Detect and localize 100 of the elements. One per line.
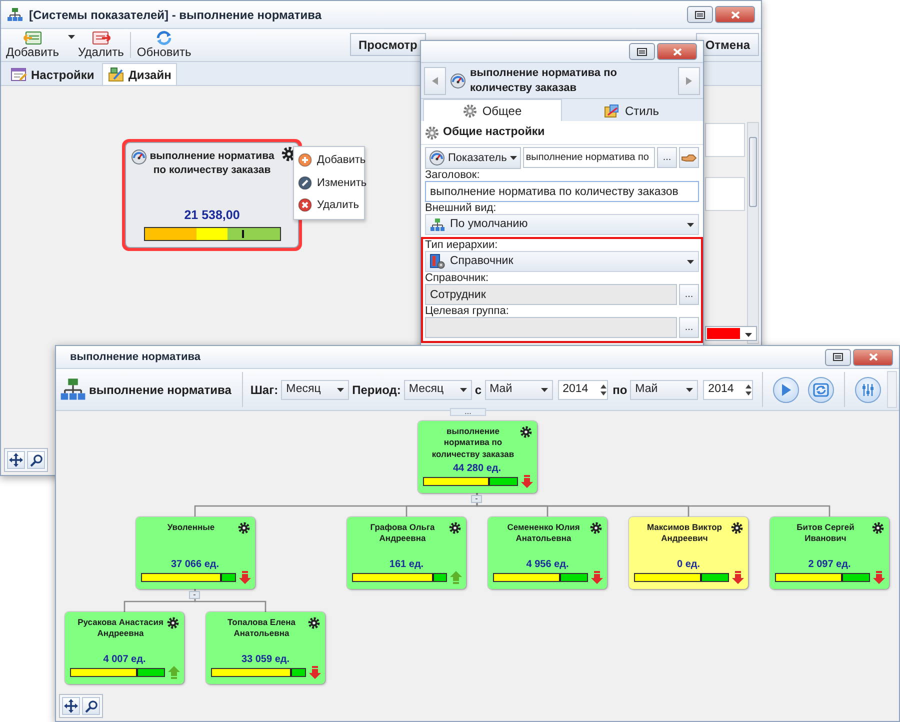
close-icon bbox=[868, 353, 878, 361]
dropdown[interactable]: Справочник bbox=[425, 251, 699, 272]
toolbar-button[interactable]: Обновить bbox=[134, 29, 194, 61]
browse-button[interactable]: ... bbox=[679, 317, 699, 338]
move-icon bbox=[9, 453, 23, 467]
caret-icon bbox=[337, 388, 344, 392]
source-field[interactable]: выполнение норматива по bbox=[522, 147, 655, 168]
node-value: 37 066 ед. bbox=[170, 558, 220, 572]
collapse-button[interactable]: - bbox=[189, 590, 200, 598]
menu-item[interactable]: Добавить bbox=[294, 149, 364, 172]
dropdown[interactable]: По умолчанию bbox=[425, 214, 699, 236]
caret-icon bbox=[460, 388, 467, 392]
report-title: выполнение норматива bbox=[89, 382, 232, 398]
caret-icon bbox=[687, 222, 694, 227]
window-title: выполнение норматива bbox=[70, 350, 201, 365]
text-area bbox=[705, 123, 745, 157]
restore-button[interactable] bbox=[687, 6, 713, 23]
node-title: Уволенные bbox=[166, 522, 216, 533]
year-spinner[interactable]: 2014 bbox=[558, 380, 608, 400]
input-field[interactable] bbox=[425, 317, 677, 338]
browse-button[interactable]: ... bbox=[657, 147, 677, 168]
close-button[interactable] bbox=[657, 43, 697, 60]
dropdown[interactable]: Май bbox=[484, 380, 553, 400]
section-heading: Общие настройки bbox=[443, 125, 545, 140]
field-label: Справочник: bbox=[425, 272, 490, 284]
restore-icon bbox=[833, 353, 843, 361]
gear-icon bbox=[463, 104, 478, 118]
restore-button[interactable] bbox=[825, 348, 851, 366]
toolbar-button[interactable]: Добавить bbox=[3, 29, 62, 61]
tab[interactable]: Общее bbox=[423, 99, 562, 121]
link-button[interactable] bbox=[679, 147, 699, 168]
node-title: выполнение норматива по количеству заказав bbox=[430, 426, 516, 460]
play-icon bbox=[780, 382, 792, 396]
color-picker[interactable] bbox=[705, 326, 757, 341]
previous-button[interactable] bbox=[424, 66, 446, 94]
node-value: 161 ед. bbox=[388, 558, 425, 572]
toolbar-button[interactable]: Удалить bbox=[75, 29, 127, 61]
node-value: 0 ед. bbox=[676, 558, 702, 572]
refresh-icon bbox=[813, 382, 830, 396]
pencil-icon bbox=[298, 176, 312, 190]
play-button[interactable] bbox=[773, 376, 800, 402]
restore-button[interactable] bbox=[629, 43, 655, 60]
tab[interactable]: Дизайн bbox=[102, 63, 178, 85]
pan-button[interactable] bbox=[62, 697, 80, 715]
spinner-arrows-icon bbox=[600, 382, 607, 396]
caret-icon bbox=[687, 260, 694, 264]
plus-icon bbox=[298, 153, 312, 168]
caret-icon bbox=[686, 388, 694, 392]
node-title: Русакова Анастасия Андреевна bbox=[76, 617, 164, 640]
refresh-button[interactable] bbox=[808, 376, 834, 402]
action-button[interactable]: Отмена bbox=[696, 33, 759, 56]
gear-icon bbox=[308, 617, 320, 629]
source-type-dropdown[interactable]: Показатель bbox=[425, 147, 521, 170]
input-field[interactable]: выполнение норматива по количеству заказов bbox=[425, 181, 699, 202]
zoom-button[interactable] bbox=[27, 451, 45, 469]
tab[interactable]: Настройки bbox=[5, 63, 100, 85]
filter-label: с bbox=[474, 382, 482, 398]
field-label: Заголовок: bbox=[425, 169, 481, 182]
close-icon bbox=[730, 10, 740, 18]
dropdown[interactable]: Месяц bbox=[281, 380, 350, 400]
menu-item[interactable]: Удалить bbox=[294, 194, 364, 216]
dropdown[interactable]: Май bbox=[630, 380, 698, 400]
delete-icon bbox=[298, 198, 312, 212]
node-title: Семененко Юлия Анатольевна bbox=[506, 522, 581, 544]
pan-button[interactable] bbox=[7, 451, 25, 469]
close-button[interactable] bbox=[715, 6, 755, 23]
menu-item[interactable]: Изменить bbox=[294, 172, 364, 194]
field-label: Внешний вид: bbox=[425, 202, 498, 214]
settings-button[interactable] bbox=[855, 376, 882, 402]
node-title: Топалова Елена Анатольевна bbox=[226, 617, 296, 640]
node-value: 44 280 ед. bbox=[452, 462, 502, 476]
restore-icon bbox=[637, 48, 647, 56]
node-title: Максимов Виктор Андреевич bbox=[646, 522, 723, 544]
sliders-icon bbox=[861, 382, 876, 396]
hierarchy-icon bbox=[7, 6, 23, 22]
close-button[interactable] bbox=[853, 348, 893, 366]
dropdown[interactable]: Месяц bbox=[404, 380, 472, 400]
gauge-icon bbox=[429, 150, 445, 166]
filter-label: Период: bbox=[352, 382, 401, 398]
gear-icon bbox=[520, 426, 532, 438]
year-spinner[interactable]: 2014 bbox=[703, 380, 754, 400]
node-value: 4 956 ед. bbox=[525, 558, 570, 572]
collapse-button[interactable]: - bbox=[471, 495, 482, 503]
gear-icon bbox=[449, 522, 461, 534]
hand-icon bbox=[681, 152, 697, 163]
gear-icon bbox=[167, 617, 179, 629]
restore-icon bbox=[695, 10, 705, 18]
zoom-button[interactable] bbox=[82, 697, 100, 715]
tab[interactable]: Стиль bbox=[562, 99, 701, 121]
next-button[interactable] bbox=[678, 66, 700, 94]
refresh-icon bbox=[155, 30, 174, 46]
action-button[interactable]: Просмотр bbox=[350, 33, 426, 56]
book-icon bbox=[430, 254, 445, 270]
input-field[interactable]: Сотрудник bbox=[425, 284, 677, 306]
window-title: [Системы показателей] - выполнение норматива bbox=[29, 6, 322, 24]
gear-icon bbox=[590, 522, 602, 534]
gear-icon bbox=[238, 522, 250, 534]
browse-button[interactable]: ... bbox=[679, 284, 699, 306]
splitter-handle[interactable]: ... bbox=[450, 408, 486, 416]
previous-icon bbox=[432, 76, 438, 84]
